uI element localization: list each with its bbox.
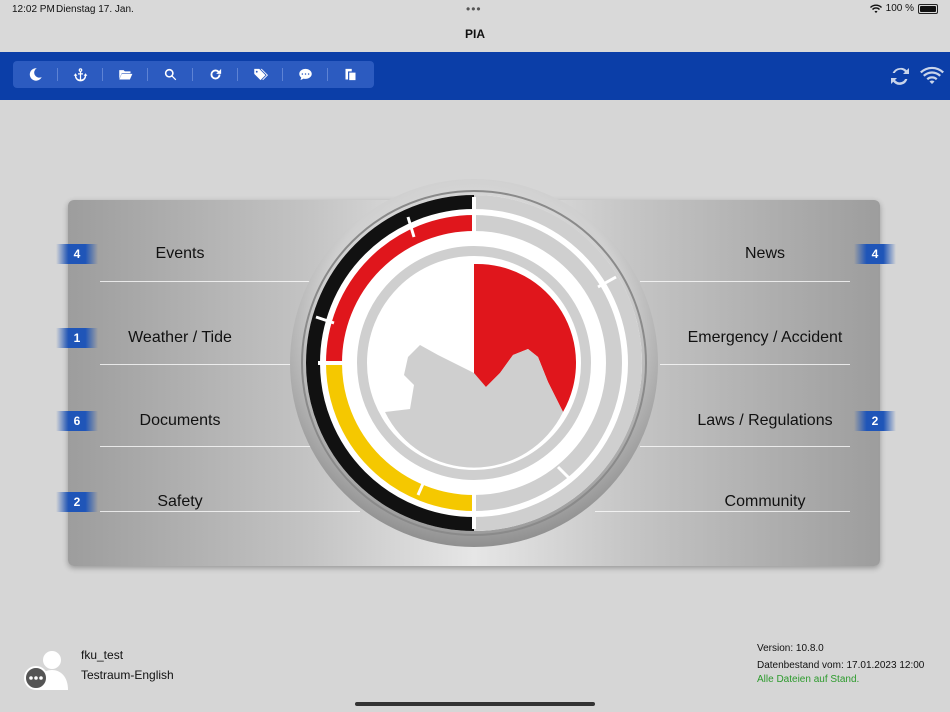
weather-tide-label: Weather / Tide bbox=[128, 329, 232, 346]
status-time: 12:02 PM bbox=[12, 4, 55, 15]
tags-button[interactable] bbox=[238, 61, 283, 88]
username: fku_test bbox=[81, 648, 124, 662]
refresh-button[interactable] bbox=[193, 61, 238, 88]
sync-icon[interactable] bbox=[888, 64, 912, 88]
anchor-button[interactable] bbox=[58, 61, 103, 88]
battery-percent: 100 % bbox=[885, 3, 914, 14]
wifi-status-icon bbox=[869, 4, 882, 13]
copy-button[interactable] bbox=[328, 61, 373, 88]
laws-regulations-label: Laws / Regulations bbox=[697, 412, 833, 429]
toolbar-right bbox=[888, 64, 944, 88]
copy-icon bbox=[345, 68, 356, 81]
tool-group bbox=[13, 61, 374, 88]
open-folder-button[interactable] bbox=[103, 61, 148, 88]
refresh-icon bbox=[210, 68, 222, 80]
anchor-icon bbox=[73, 68, 88, 82]
user-avatar[interactable] bbox=[24, 650, 72, 690]
tags-icon bbox=[254, 68, 268, 81]
night-mode-button[interactable] bbox=[13, 61, 58, 88]
news-label: News bbox=[744, 245, 785, 262]
safety-label: Safety bbox=[157, 493, 203, 510]
folder-open-icon bbox=[119, 70, 133, 80]
wifi-icon[interactable] bbox=[920, 64, 944, 88]
status-date: Dienstag 17. Jan. bbox=[56, 4, 134, 15]
multitask-dots[interactable]: ••• bbox=[466, 2, 482, 16]
pia-dial[interactable] bbox=[288, 177, 660, 549]
search-button[interactable] bbox=[148, 61, 193, 88]
version-text: Version: 10.8.0 bbox=[757, 643, 824, 654]
battery-icon bbox=[918, 3, 938, 14]
status-bar: 12:02 PM Dienstag 17. Jan. ••• 100 % PIA bbox=[0, 0, 950, 52]
status-right: 100 % bbox=[869, 3, 938, 14]
events-label: Events bbox=[155, 245, 205, 262]
databank-text: Datenbestand vom: 17.01.2023 12:00 bbox=[757, 660, 925, 671]
room-name: Testraum-English bbox=[81, 668, 174, 682]
files-status: Alle Dateien auf Stand. bbox=[757, 674, 860, 685]
home-indicator[interactable] bbox=[355, 702, 595, 706]
toolbar bbox=[0, 52, 950, 100]
search-icon bbox=[164, 68, 177, 81]
comment-icon bbox=[299, 68, 312, 81]
app-title: PIA bbox=[464, 27, 485, 41]
emergency-accident-label: Emergency / Accident bbox=[687, 329, 843, 346]
documents-label: Documents bbox=[139, 412, 221, 429]
chat-button[interactable] bbox=[283, 61, 328, 88]
moon-icon bbox=[29, 68, 42, 81]
community-label: Community bbox=[724, 493, 806, 510]
